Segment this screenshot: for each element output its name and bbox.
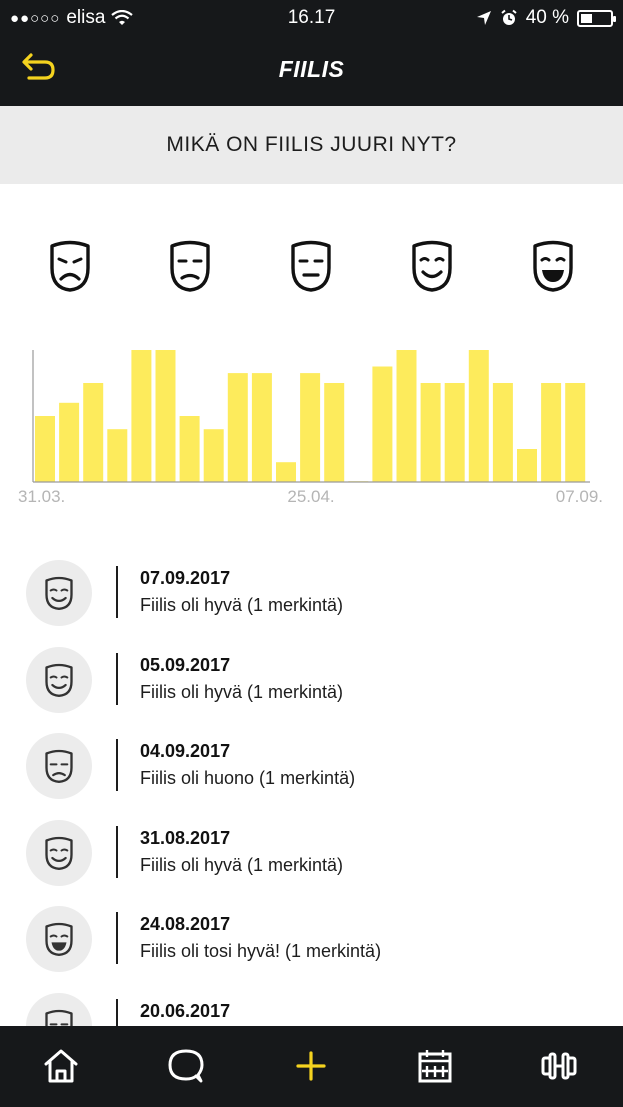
good-mood-icon — [45, 576, 73, 610]
mood-selector — [0, 240, 623, 296]
entry-date: 31.08.2017 — [140, 827, 231, 848]
chart-bar — [541, 383, 562, 482]
app-header: FIILIS — [0, 34, 623, 106]
chart-bar — [276, 462, 296, 482]
bad-mood-icon[interactable] — [168, 240, 212, 292]
battery-percent: 40 % — [525, 7, 569, 28]
entry-summary: Fiilis oli hyvä (1 merkintä) — [140, 681, 344, 702]
entry-divider — [116, 739, 118, 791]
chart-bar — [203, 429, 224, 482]
entry-mood-avatar — [26, 733, 92, 799]
entry-mood-avatar — [26, 646, 92, 713]
entry-divider — [116, 652, 118, 705]
chart-bar — [131, 350, 152, 482]
entry-mood-avatar — [26, 906, 92, 972]
status-bar: ●●○○○ elisa 16.17 40 % — [0, 0, 623, 34]
home-icon[interactable] — [39, 1044, 83, 1088]
chat-icon[interactable] — [164, 1044, 208, 1088]
chart-bar — [179, 416, 200, 482]
mood-entry-row[interactable]: 05.09.2017 Fiilis oli hyvä (1 merkintä) — [0, 635, 623, 722]
entry-summary: Fiilis oli hyvä (1 merkintä) — [140, 854, 344, 875]
entry-date: 07.09.2017 — [140, 568, 231, 588]
entry-date: 05.09.2017 — [140, 654, 231, 675]
bottom-navigation — [0, 1026, 623, 1107]
very-good-mood-icon[interactable] — [531, 240, 575, 292]
battery-icon — [577, 9, 616, 27]
entry-divider — [116, 912, 118, 964]
mood-question-banner: MIKÄ ON FIILIS JUURI NYT? — [0, 106, 623, 184]
mood-entry-row[interactable]: 31.08.2017 Fiilis oli hyvä (1 merkintä) — [0, 808, 623, 895]
mood-entry-list: 07.09.2017 Fiilis oli hyvä (1 merkintä) 05… — [0, 548, 623, 1067]
entry-date: 04.09.2017 — [140, 741, 231, 761]
add-icon[interactable] — [289, 1044, 333, 1088]
neutral-mood-icon[interactable] — [289, 240, 333, 292]
chart-bar — [300, 373, 321, 482]
mood-history-chart: 31.03. 25.04. 07.09. — [18, 350, 603, 506]
chart-bar — [324, 383, 345, 482]
good-mood-icon[interactable] — [410, 240, 454, 292]
x-tick-label: 31.03. — [18, 487, 65, 506]
chart-bar — [372, 366, 393, 482]
page-title: FIILIS — [278, 56, 345, 82]
chart-bar — [468, 350, 489, 482]
entry-summary: Fiilis oli tosi hyvä! (1 merkintä) — [140, 941, 382, 961]
x-tick-label: 07.09. — [556, 487, 603, 506]
good-mood-icon — [45, 836, 73, 870]
very-good-mood-icon — [45, 922, 73, 956]
chart-bar — [35, 416, 55, 482]
dumbbell-icon[interactable] — [537, 1044, 581, 1088]
chart-bar — [396, 350, 417, 482]
mood-entry-row[interactable]: 04.09.2017 Fiilis oli huono (1 merkintä) — [0, 721, 623, 808]
chart-bar — [420, 383, 441, 482]
chart-bar — [227, 373, 248, 482]
chart-bar — [444, 383, 465, 482]
chart-bar — [83, 383, 104, 482]
entry-date: 20.06.2017 — [140, 1000, 231, 1021]
chart-bar — [492, 383, 513, 482]
mood-question-text: MIKÄ ON FIILIS JUURI NYT? — [166, 133, 457, 156]
good-mood-icon — [45, 663, 73, 697]
entry-divider — [116, 566, 118, 618]
very-bad-mood-icon[interactable] — [48, 240, 92, 292]
chart-bar — [517, 449, 537, 482]
mood-entry-row[interactable]: 24.08.2017 Fiilis oli tosi hyvä! (1 merki… — [0, 894, 623, 981]
chart-bar — [251, 373, 272, 482]
chart-bar — [59, 402, 80, 482]
status-right: 40 % — [476, 7, 616, 29]
entry-summary: Fiilis oli hyvä (1 merkintä) — [140, 595, 344, 615]
mood-entry-row[interactable]: 07.09.2017 Fiilis oli hyvä (1 merkintä) — [0, 548, 623, 635]
entry-mood-avatar — [26, 560, 92, 626]
chart-bar — [155, 350, 176, 482]
location-arrow-icon — [476, 11, 491, 25]
entry-divider — [116, 825, 118, 878]
calendar-icon[interactable] — [413, 1044, 457, 1088]
chart-bar — [107, 429, 128, 482]
alarm-icon — [501, 9, 517, 25]
entry-date: 24.08.2017 — [140, 914, 231, 934]
bad-mood-icon — [45, 749, 73, 783]
entry-mood-avatar — [26, 819, 92, 886]
entry-summary: Fiilis oli huono (1 merkintä) — [140, 768, 356, 788]
chart-bar — [565, 383, 586, 482]
x-tick-label: 25.04. — [287, 487, 334, 506]
